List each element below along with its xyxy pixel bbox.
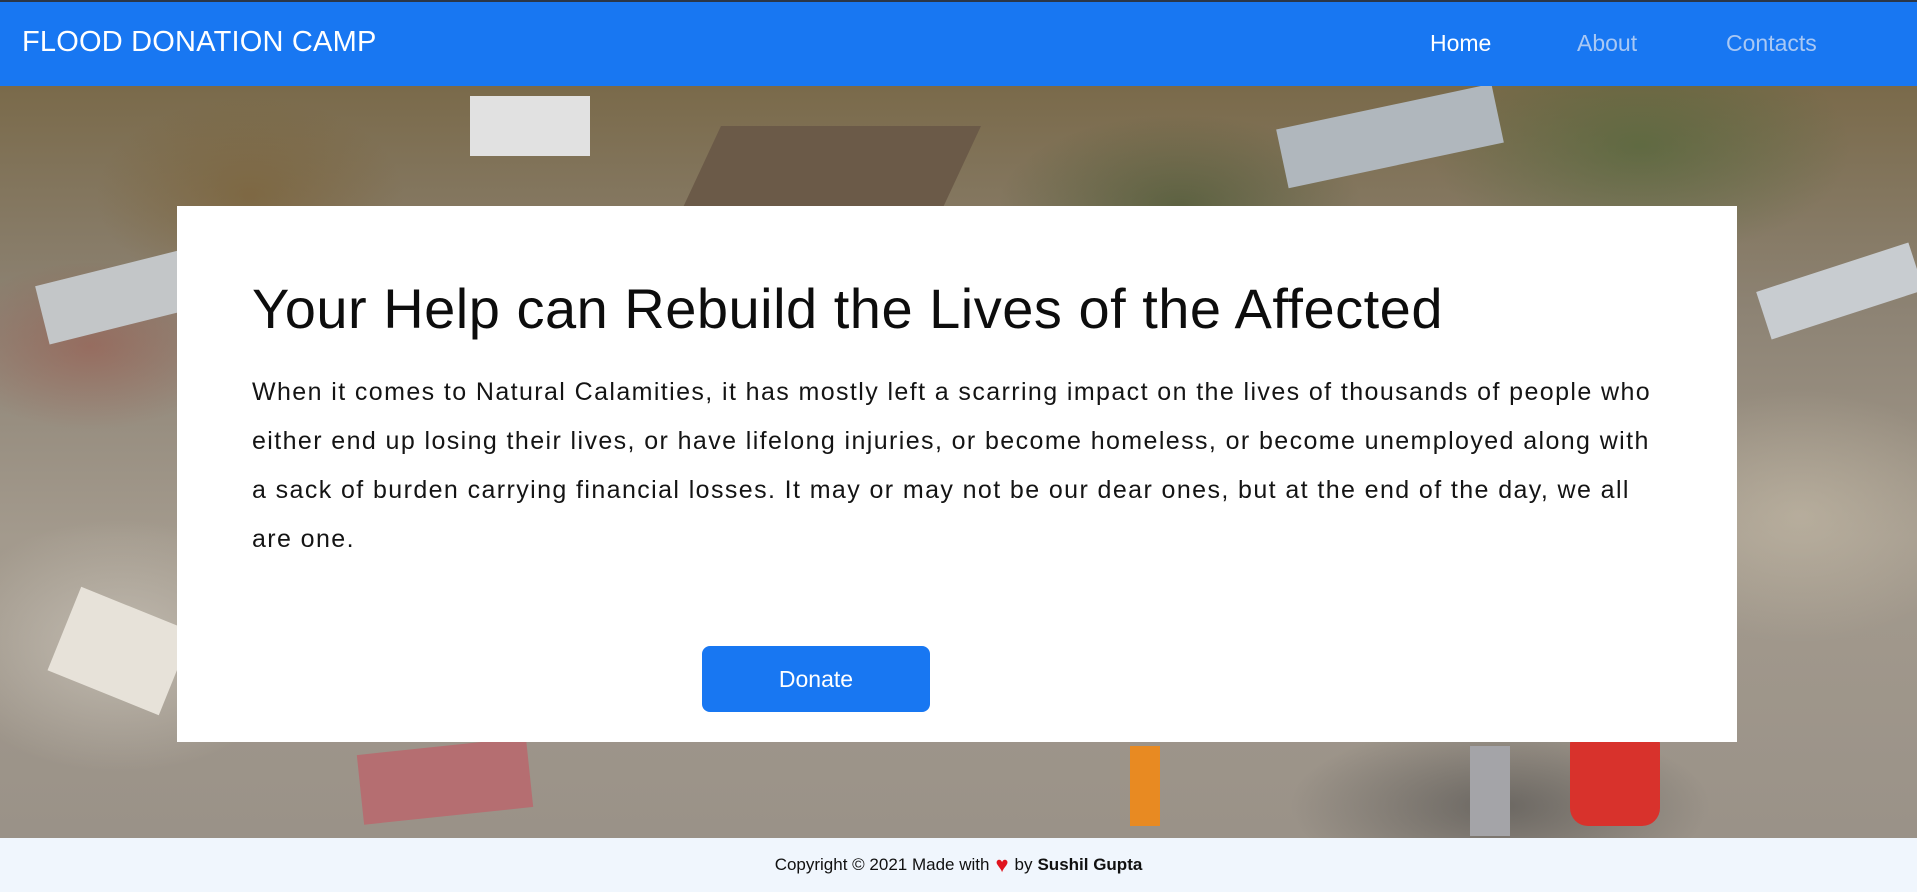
rubble-shape [47,586,193,716]
rescue-worker-shape [1130,746,1160,826]
footer-by: by [1014,855,1033,874]
rubble-shape [1276,86,1504,189]
donate-button[interactable]: Donate [702,646,930,712]
hero-card: Your Help can Rebuild the Lives of the A… [177,206,1737,742]
hero-description: When it comes to Natural Calamities, it … [252,378,1652,553]
footer-author: Sushil Gupta [1037,855,1143,874]
building-shape [470,96,590,156]
heart-icon: ♥ [995,852,1009,877]
navbar: FLOOD DONATION CAMP Home About Contacts [0,2,1917,86]
house-roof-shape [679,126,981,216]
footer: Copyright © 2021 Made with ♥ by Sushil G… [0,838,1917,892]
nav-link-about[interactable]: About [1577,30,1637,57]
rubble-shape [1756,242,1917,340]
rubble-shape [356,737,534,825]
brand-logo-link[interactable]: FLOOD DONATION CAMP [22,26,377,59]
nav-link-contacts[interactable]: Contacts [1726,30,1817,57]
nav-link-home[interactable]: Home [1430,30,1491,57]
footer-copyright: Copyright © 2021 Made with [774,855,990,874]
hero-background-image: Your Help can Rebuild the Lives of the A… [0,86,1917,838]
hero-title: Your Help can Rebuild the Lives of the A… [252,277,1443,340]
rescue-worker-shape [1470,746,1510,836]
